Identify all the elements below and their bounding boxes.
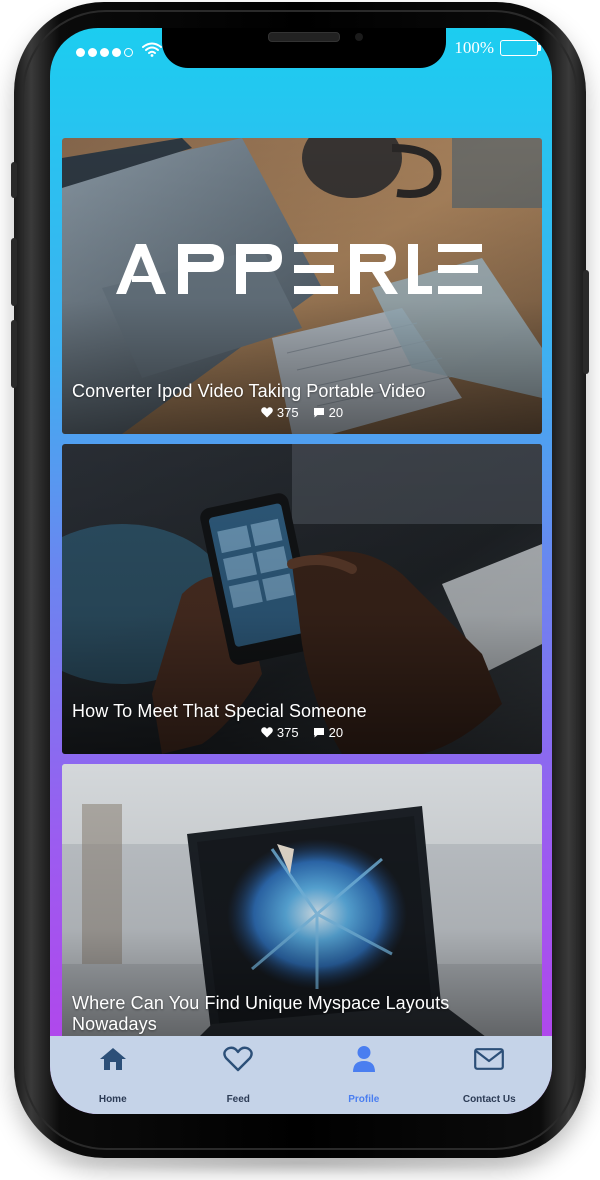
article-card[interactable]: How To Meet That Special Someone 375 20 — [62, 444, 542, 754]
comments-count: 20 — [313, 405, 343, 420]
card-stats: 375 20 — [62, 725, 542, 740]
phone-shadow — [40, 1150, 560, 1176]
likes-value: 375 — [276, 725, 299, 740]
notch — [162, 28, 446, 68]
tab-feed[interactable]: Feed — [176, 1036, 302, 1114]
tab-label: Feed — [226, 1094, 250, 1105]
phone-screen: 100% Converter Ipod Video Taking Portabl… — [50, 28, 552, 1114]
tab-label: Home — [98, 1094, 127, 1105]
user-icon — [352, 1044, 376, 1074]
volume-down-button — [11, 320, 17, 388]
tab-profile[interactable]: Profile — [301, 1036, 427, 1114]
likes-value: 375 — [276, 405, 299, 420]
comment-icon — [313, 728, 324, 738]
front-camera — [355, 33, 363, 41]
signal-dot — [112, 47, 121, 57]
card-title: Converter Ipod Video Taking Portable Vid… — [72, 381, 426, 401]
tab-home[interactable]: Home — [50, 1036, 176, 1114]
tab-label: Profile — [348, 1094, 380, 1105]
power-button — [583, 270, 589, 374]
tab-bar: Home Feed Profile Contact Us — [50, 1036, 552, 1114]
signal-indicator — [76, 42, 162, 62]
article-card[interactable]: Converter Ipod Video Taking Portable Vid… — [62, 138, 542, 434]
comments-count: 20 — [313, 725, 343, 740]
brand-logo — [116, 244, 482, 294]
card-title: Where Can You Find Unique Myspace Layout… — [72, 993, 450, 1034]
battery-icon — [500, 40, 541, 56]
signal-dot — [100, 47, 109, 57]
speaker-grille — [268, 32, 340, 42]
comments-value: 20 — [328, 725, 344, 740]
heart-icon — [261, 407, 273, 418]
status-right: 100% — [454, 38, 541, 58]
envelope-icon — [474, 1044, 505, 1074]
wifi-icon — [142, 42, 162, 62]
mute-switch — [11, 162, 17, 198]
signal-dot — [76, 47, 85, 57]
tab-contact-us[interactable]: Contact Us — [427, 1036, 553, 1114]
signal-dot — [88, 47, 97, 57]
card-title: How To Meet That Special Someone — [72, 701, 367, 721]
likes-count: 375 — [261, 725, 299, 740]
likes-count: 375 — [261, 405, 299, 420]
comments-value: 20 — [328, 405, 344, 420]
comment-icon — [313, 408, 324, 418]
heart-icon — [261, 727, 273, 738]
tab-label: Contact Us — [462, 1094, 516, 1105]
article-card[interactable]: Where Can You Find Unique Myspace Layout… — [62, 764, 542, 1064]
card-stats: 375 20 — [62, 405, 542, 420]
volume-up-button — [11, 238, 17, 306]
signal-dot-empty — [124, 47, 133, 57]
heart-icon — [223, 1044, 254, 1074]
home-icon — [99, 1044, 127, 1074]
battery-percentage: 100% — [454, 38, 494, 57]
